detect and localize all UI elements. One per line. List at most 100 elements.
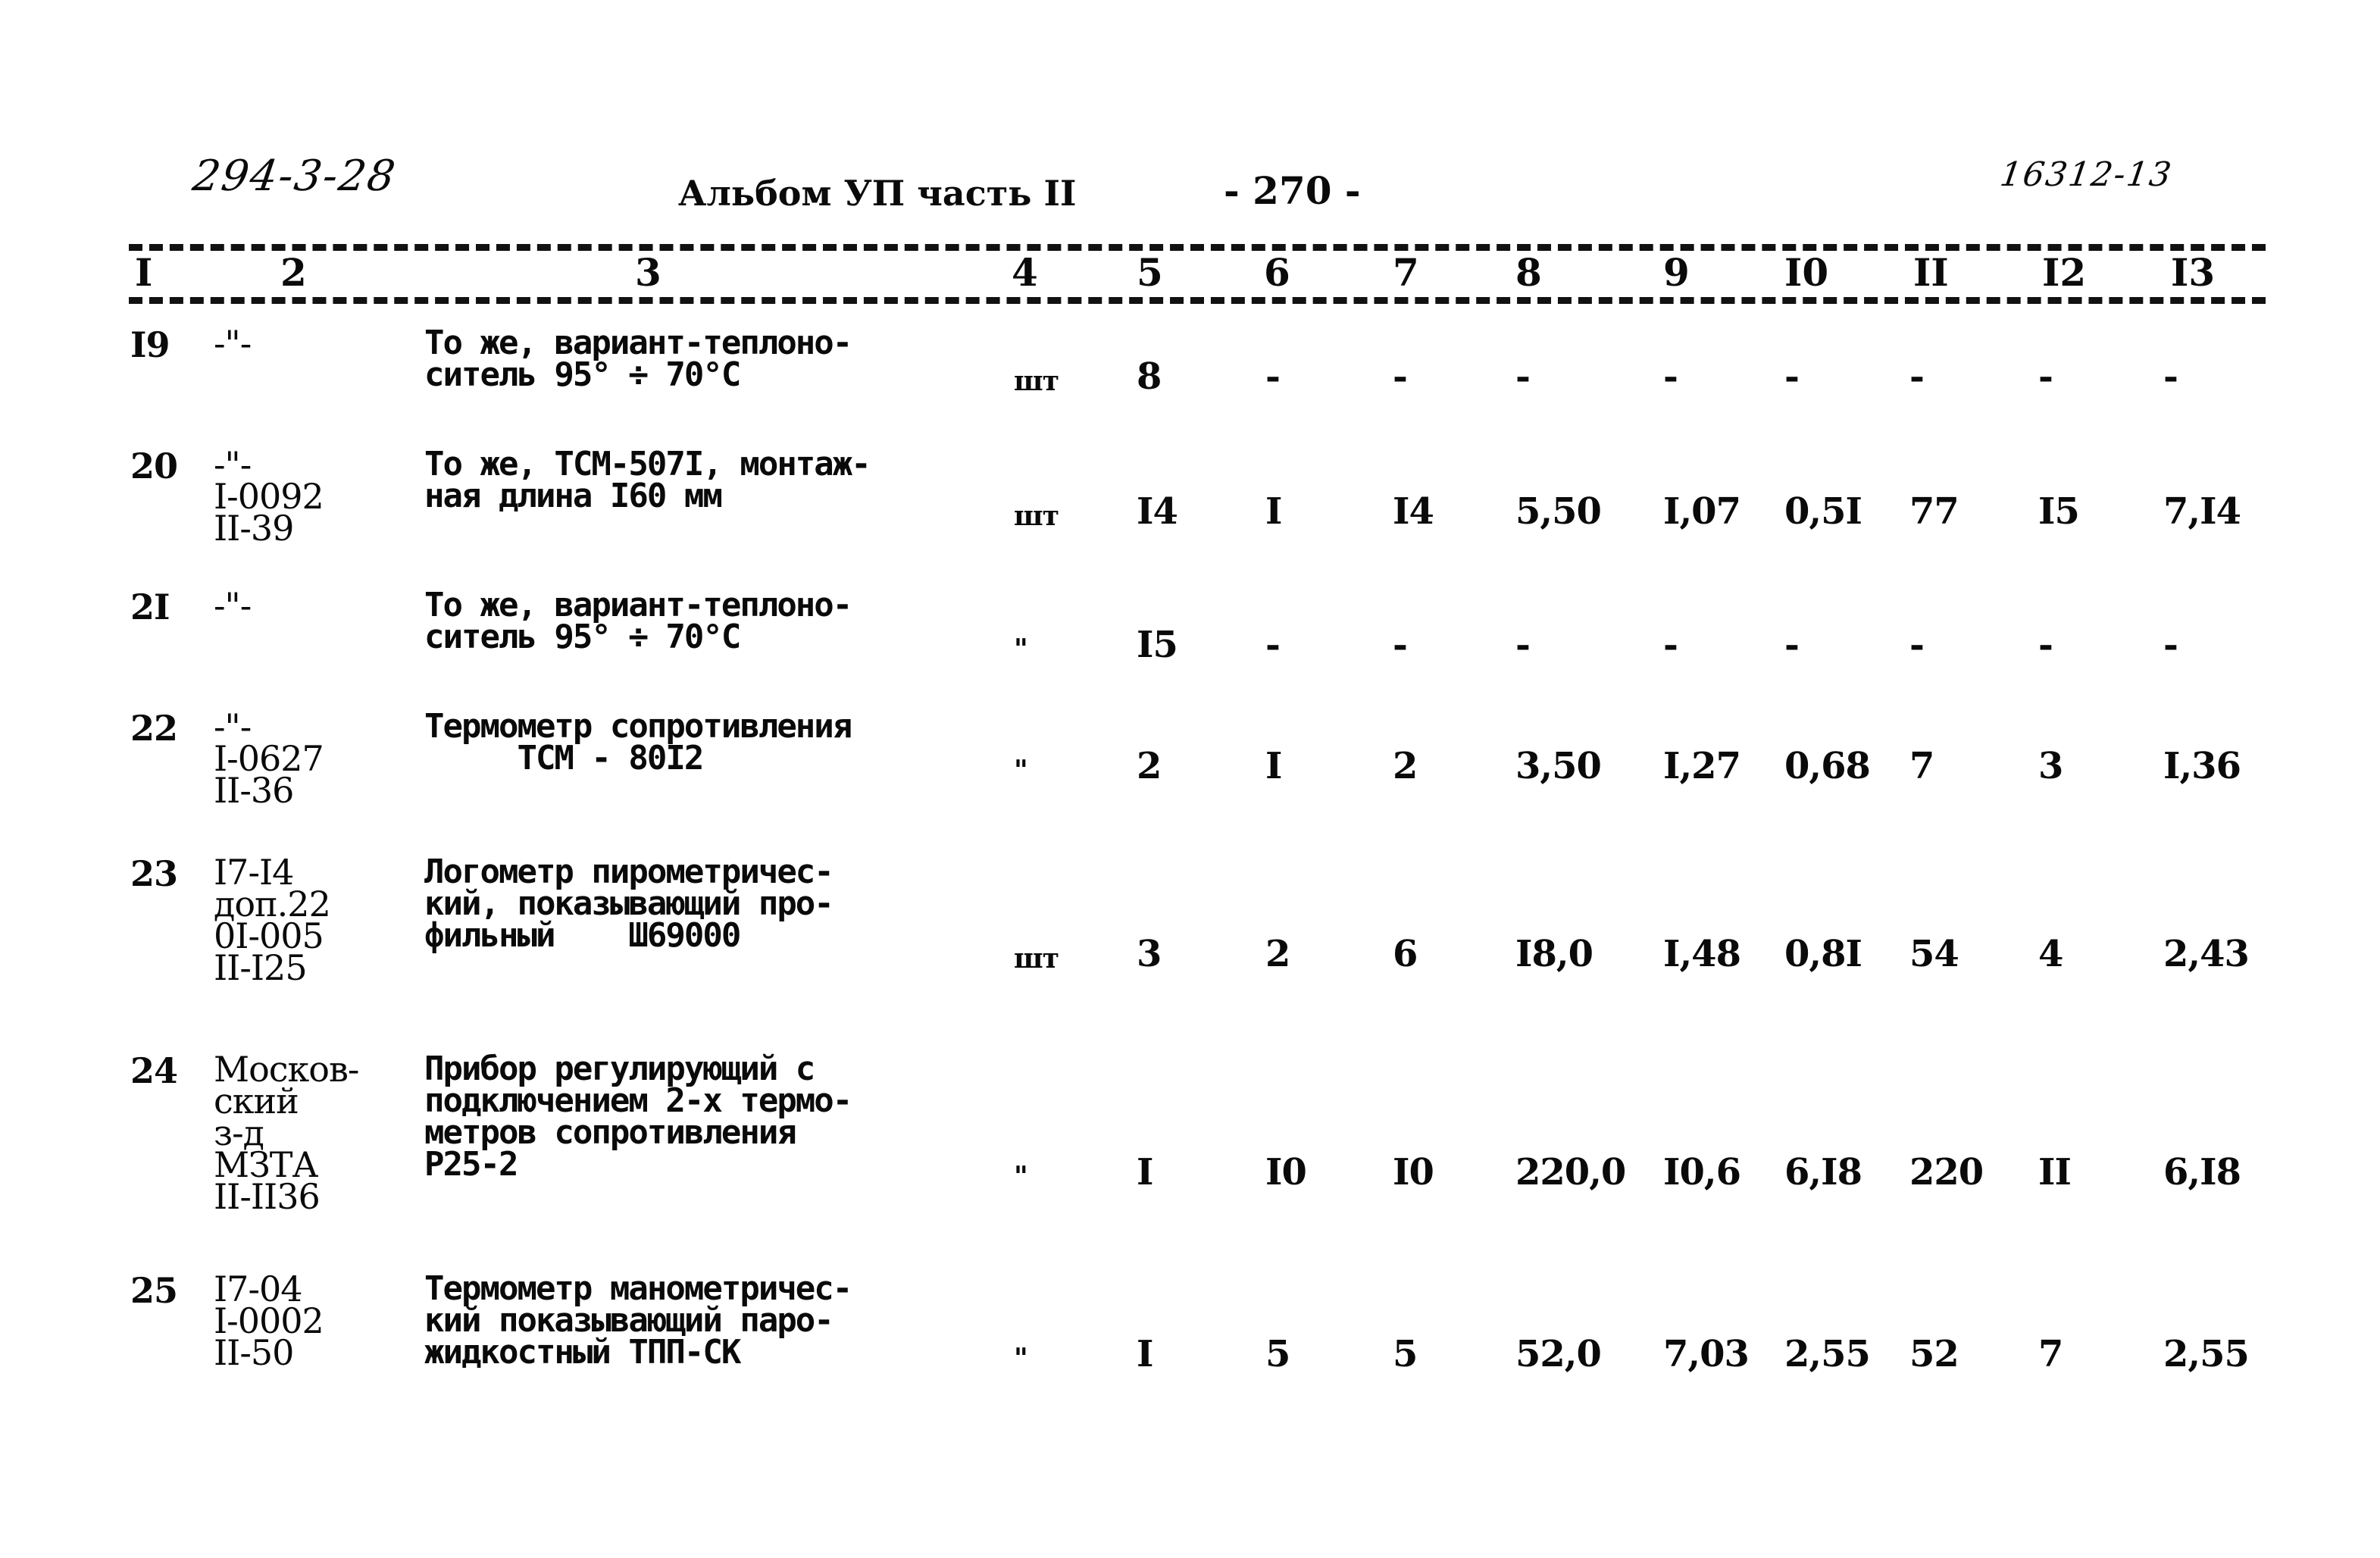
value-col-13: 2,55 xyxy=(2163,1333,2250,1375)
value-col-7: - xyxy=(1393,624,1408,666)
value-col-8: - xyxy=(1515,355,1531,398)
value-col-5: 8 xyxy=(1137,355,1162,398)
value-col-12: - xyxy=(2038,355,2053,398)
column-header-12: I2 xyxy=(2042,250,2087,295)
value-col-7: 2 xyxy=(1393,745,1418,787)
item-description: Прибор регулирующий с подключением 2-х т… xyxy=(424,1050,852,1184)
value-col-10: 0,8I xyxy=(1784,933,1862,975)
value-col-10: 0,68 xyxy=(1784,745,1871,787)
value-col-9: I,07 xyxy=(1663,490,1741,533)
item-description: Логометр пирометричес- кий, показывающий… xyxy=(424,853,834,955)
item-description: То же, вариант-теплоно- ситель 95° ÷ 70°… xyxy=(424,324,852,394)
value-col-12: - xyxy=(2038,624,2053,666)
value-col-8: - xyxy=(1515,624,1531,666)
column-header-3: 3 xyxy=(635,250,661,295)
value-col-11: - xyxy=(1909,624,1925,666)
column-header-6: 6 xyxy=(1264,250,1290,295)
value-col-7: I0 xyxy=(1393,1151,1434,1194)
value-col-6: 5 xyxy=(1265,1333,1290,1375)
item-description: То же, вариант-теплоно- ситель 95° ÷ 70°… xyxy=(424,586,852,656)
value-col-8: 3,50 xyxy=(1515,745,1602,787)
value-col-9: 7,03 xyxy=(1663,1333,1750,1375)
column-header-13: I3 xyxy=(2171,250,2216,295)
catalog-reference: -"- I-0627 II-36 xyxy=(214,706,324,811)
unit-of-measure: " xyxy=(1014,1161,1028,1193)
catalog-reference: I7-I4 доп.22 0I-005 II-I25 xyxy=(214,852,331,988)
value-col-12: II xyxy=(2038,1151,2072,1194)
value-col-13: 7,I4 xyxy=(2163,490,2241,533)
value-col-12: 7 xyxy=(2038,1333,2063,1375)
value-col-8: 5,50 xyxy=(1515,490,1602,533)
row-number: 22 xyxy=(130,708,178,749)
value-col-5: I4 xyxy=(1137,490,1178,533)
handwritten-code-left: 294-3-28 xyxy=(189,152,400,201)
value-col-10: 2,55 xyxy=(1784,1333,1871,1375)
value-col-9: - xyxy=(1663,355,1678,398)
column-header-2: 2 xyxy=(280,250,307,295)
value-col-11: 220 xyxy=(1909,1151,1984,1194)
header-rule-bottom xyxy=(129,297,2266,304)
value-col-7: 5 xyxy=(1393,1333,1418,1375)
value-col-6: I xyxy=(1265,490,1282,533)
value-col-5: I xyxy=(1137,1151,1153,1194)
value-col-7: - xyxy=(1393,355,1408,398)
catalog-reference: -"- xyxy=(214,585,252,626)
album-title: Альбом УП часть II xyxy=(678,173,1077,214)
catalog-reference: Москов- ский з-д МЗТА II-II36 xyxy=(214,1049,359,1217)
column-header-8: 8 xyxy=(1515,250,1542,295)
row-number: I9 xyxy=(130,324,170,365)
value-col-7: 6 xyxy=(1393,933,1418,975)
value-col-9: - xyxy=(1663,624,1678,666)
column-header-10: I0 xyxy=(1784,250,1829,295)
column-header-5: 5 xyxy=(1137,250,1163,295)
column-header-7: 7 xyxy=(1393,250,1419,295)
value-col-5: 3 xyxy=(1137,933,1162,975)
value-col-12: I5 xyxy=(2038,490,2080,533)
unit-of-measure: шт xyxy=(1014,500,1059,532)
value-col-6: 2 xyxy=(1265,933,1290,975)
value-col-13: 6,I8 xyxy=(2163,1151,2241,1194)
column-header-1: I xyxy=(135,250,153,295)
value-col-11: - xyxy=(1909,355,1925,398)
catalog-reference: I7-04 I-0002 II-50 xyxy=(214,1269,324,1373)
item-description: Термометр манометричес- кий показывающий… xyxy=(424,1269,852,1372)
handwritten-code-right: 16312-13 xyxy=(1997,155,2175,194)
value-col-6: I xyxy=(1265,745,1282,787)
value-col-9: I,48 xyxy=(1663,933,1741,975)
catalog-reference: -"- xyxy=(214,323,252,364)
value-col-12: 3 xyxy=(2038,745,2063,787)
value-col-10: - xyxy=(1784,355,1800,398)
value-col-5: I5 xyxy=(1137,624,1178,666)
value-col-9: I0,6 xyxy=(1663,1151,1741,1194)
row-number: 25 xyxy=(130,1270,178,1311)
item-description: Термометр сопротивления ТСМ - 80I2 xyxy=(424,707,852,777)
value-col-10: 6,I8 xyxy=(1784,1151,1862,1194)
value-col-10: 0,5I xyxy=(1784,490,1862,533)
unit-of-measure: шт xyxy=(1014,943,1059,975)
value-col-6: - xyxy=(1265,624,1281,666)
value-col-13: I,36 xyxy=(2163,745,2241,787)
value-col-5: I xyxy=(1137,1333,1153,1375)
value-col-13: - xyxy=(2163,355,2178,398)
item-description: То же, ТСМ-507I, монтаж- ная длина I60 м… xyxy=(424,445,871,515)
value-col-5: 2 xyxy=(1137,745,1162,787)
unit-of-measure: " xyxy=(1014,755,1028,787)
value-col-13: - xyxy=(2163,624,2178,666)
value-col-8: 52,0 xyxy=(1515,1333,1602,1375)
value-col-6: I0 xyxy=(1265,1151,1307,1194)
value-col-12: 4 xyxy=(2038,933,2063,975)
row-number: 23 xyxy=(130,853,178,894)
value-col-8: 220,0 xyxy=(1515,1151,1626,1194)
value-col-11: 77 xyxy=(1909,490,1959,533)
value-col-11: 54 xyxy=(1909,933,1959,975)
column-header-4: 4 xyxy=(1012,250,1038,295)
row-number: 2I xyxy=(130,587,170,627)
unit-of-measure: " xyxy=(1014,634,1028,665)
page-number: - 270 - xyxy=(1224,168,1361,213)
value-col-10: - xyxy=(1784,624,1800,666)
row-number: 24 xyxy=(130,1050,178,1091)
value-col-6: - xyxy=(1265,355,1281,398)
column-header-11: II xyxy=(1913,250,1949,295)
unit-of-measure: " xyxy=(1014,1343,1028,1375)
column-header-9: 9 xyxy=(1663,250,1690,295)
